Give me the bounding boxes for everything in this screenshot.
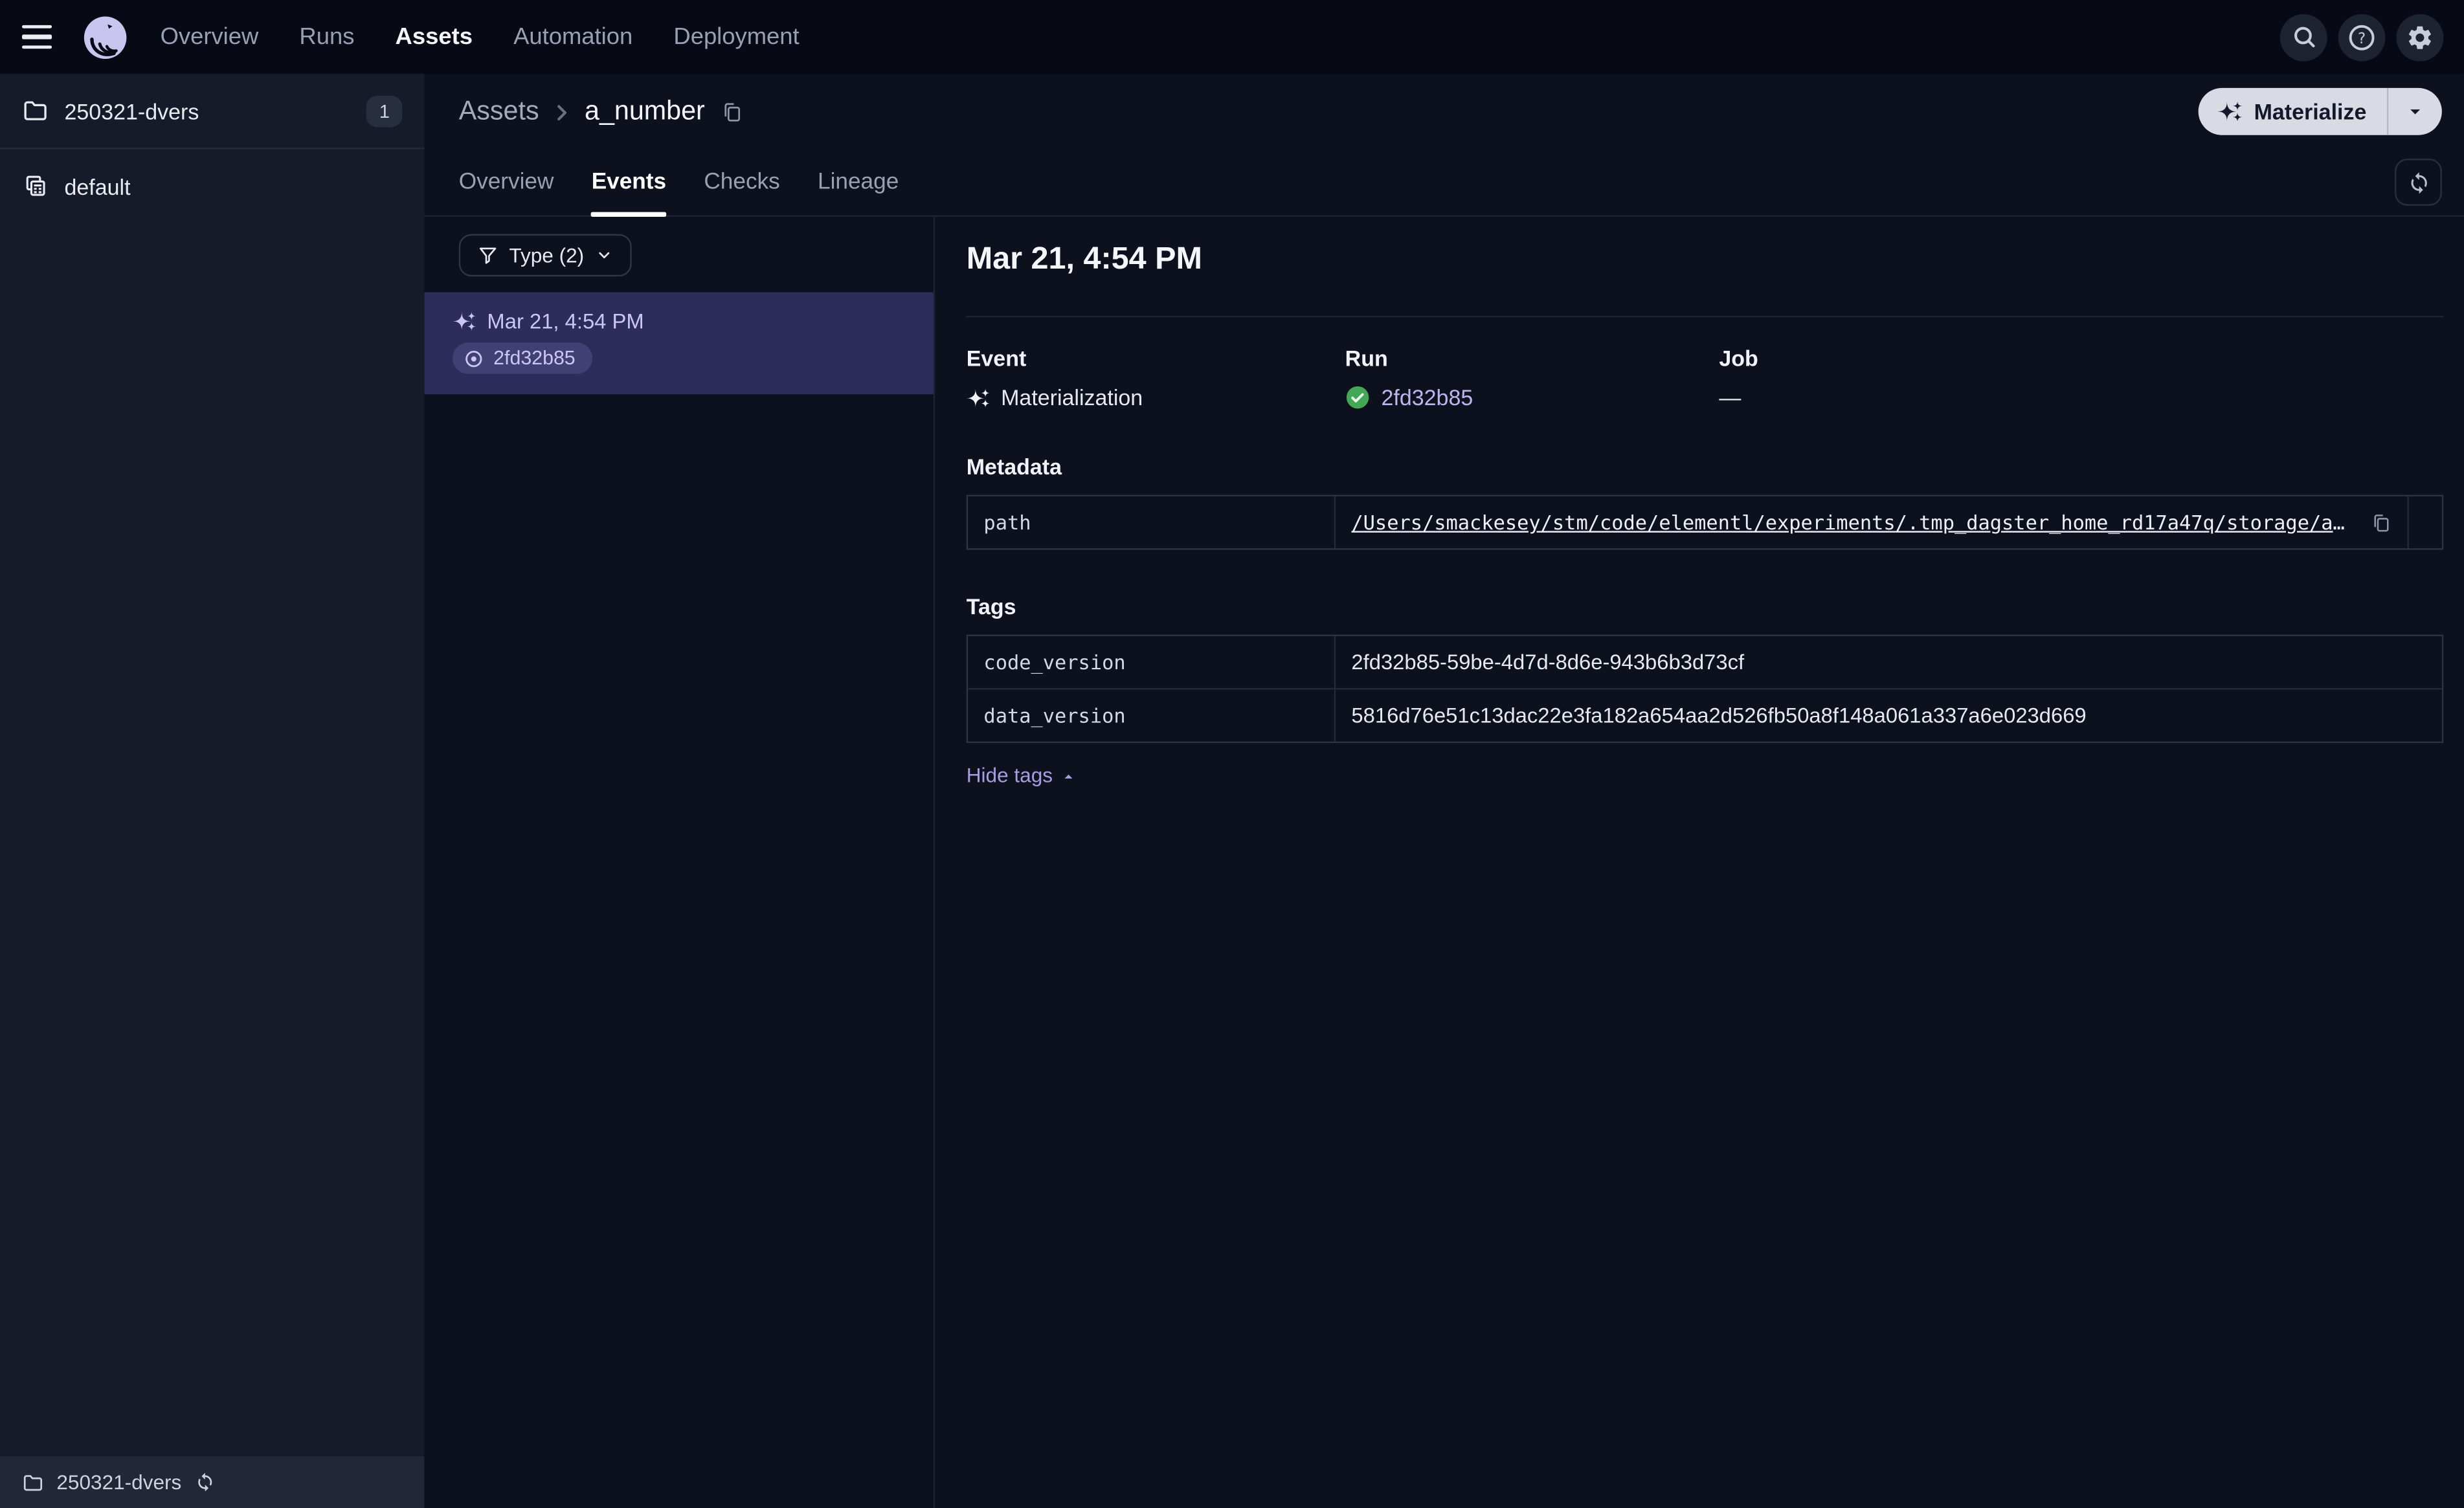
job-label: Job [1719,345,1758,371]
sidebar-item-default[interactable]: default [0,150,424,223]
tag-value: 2fd32b85-59be-4d7d-8d6e-943b6b3d73cf [1351,650,1745,674]
tag-value: 5816d76e51c13dac22e3fa182a654aa2d526fb50… [1351,704,2087,727]
events-list-panel: Type (2) Mar 21, 4:54 PM 2fd32b85 [424,216,935,1508]
search-button[interactable] [2279,13,2327,61]
svg-text:?: ? [2358,30,2366,47]
materialize-split-button: Materialize [2199,87,2442,135]
job-column: Job — [1719,346,2443,410]
materialize-dropdown-button[interactable] [2386,87,2442,135]
triangle-up-icon [1060,768,1076,783]
event-detail-panel: Mar 21, 4:54 PM Event Materialization Ru… [935,217,2464,1508]
type-filter-label: Type (2) [509,243,585,267]
nav-runs[interactable]: Runs [299,23,354,50]
tab-overview[interactable]: Overview [459,150,554,216]
code-location-icon [22,173,49,199]
type-filter-button[interactable]: Type (2) [458,234,631,277]
reload-icon[interactable] [194,1472,215,1492]
copy-asset-name-button[interactable] [719,100,743,123]
nav-assets[interactable]: Assets [396,23,473,50]
table-end-cell [2407,496,2441,549]
page-title: a_number [584,96,705,126]
asset-tabs: Overview Events Checks Lineage [424,150,2464,217]
events-filter-row: Type (2) [424,217,933,293]
tags-heading: Tags [966,593,1016,619]
event-type-value: Materialization [1001,384,1143,410]
refresh-button[interactable] [2395,159,2442,206]
copy-icon [719,100,743,123]
event-column: Event Materialization [966,345,1345,410]
copy-path-button[interactable] [2369,511,2391,533]
metadata-table: path /Users/smackesey/stm/code/elementl/… [966,494,2444,550]
metadata-key: path [968,496,1336,549]
hide-tags-label: Hide tags [966,763,1053,788]
nav-overview[interactable]: Overview [161,23,259,50]
materialization-sparkle-icon [2217,99,2243,124]
main-panel: Assets a_number Materialize Overview Eve… [424,74,2464,1508]
table-row: path /Users/smackesey/stm/code/elementl/… [968,496,2442,549]
dagster-logo-icon[interactable] [82,14,129,61]
caret-down-icon [2404,100,2426,122]
run-id-link[interactable]: 2fd32b85 [1382,385,1473,410]
sidebar-group-row[interactable]: 250321-dvers 1 [0,74,425,150]
event-label: Event [966,345,1027,371]
folder-icon [22,97,49,124]
sidebar-group-label: 250321-dvers [64,98,199,124]
tag-key: code_version [968,636,1336,689]
search-icon [2290,23,2317,50]
page-header: Assets a_number Materialize [424,74,2464,150]
filter-funnel-icon [478,245,498,266]
event-list-item-selected[interactable]: Mar 21, 4:54 PM 2fd32b85 [424,292,934,394]
sidebar-footer-label: 250321-dvers [56,1470,182,1494]
tag-key: data_version [968,689,1336,742]
table-row: code_version 2fd32b85-59be-4d7d-8d6e-943… [968,636,2442,689]
help-button[interactable]: ? [2338,13,2386,61]
nav-right-actions: ? [2279,13,2444,61]
main-nav-links: Overview Runs Assets Automation Deployme… [161,23,800,50]
nav-deployment[interactable]: Deployment [673,23,799,50]
event-item-run-id: 2fd32b85 [493,347,576,370]
chevron-down-icon [595,247,612,264]
help-icon: ? [2347,23,2376,51]
run-success-icon [1345,385,1371,410]
run-column: Run 2fd32b85 [1345,346,1719,410]
divider [966,315,2444,318]
tab-lineage[interactable]: Lineage [818,150,899,216]
table-row: data_version 5816d76e51c13dac22e3fa182a6… [968,688,2442,742]
breadcrumb-assets[interactable]: Assets [459,96,539,128]
materialize-button-label: Materialize [2254,98,2367,124]
job-value: — [1719,384,1742,410]
event-summary-columns: Event Materialization Run 2fd32b85 Job — [966,345,2444,410]
asset-groups-sidebar: 250321-dvers 1 default 250321-dvers [0,74,425,1508]
run-status-icon [464,348,484,369]
event-item-timestamp: Mar 21, 4:54 PM [487,309,644,333]
settings-button[interactable] [2396,13,2444,61]
event-item-run-chip[interactable]: 2fd32b85 [453,342,593,374]
top-nav: Overview Runs Assets Automation Deployme… [0,0,2464,74]
tags-table: code_version 2fd32b85-59be-4d7d-8d6e-943… [966,634,2444,744]
tab-events[interactable]: Events [591,150,666,217]
menu-icon[interactable] [21,16,63,57]
hide-tags-link[interactable]: Hide tags [967,764,1077,787]
metadata-path-link[interactable]: /Users/smackesey/stm/code/elementl/exper… [1351,511,2355,534]
tab-checks[interactable]: Checks [704,150,779,216]
sidebar-group-count-badge: 1 [366,94,403,127]
folder-icon [22,1471,44,1493]
nav-automation[interactable]: Automation [513,23,633,50]
event-detail-title: Mar 21, 4:54 PM [966,241,1202,277]
chevron-right-icon [550,100,574,123]
run-label: Run [1345,345,1388,371]
materialize-button[interactable]: Materialize [2199,88,2387,135]
sidebar-item-label: default [64,173,131,199]
refresh-icon [2406,170,2430,194]
copy-icon [2369,511,2391,533]
materialization-sparkle-icon [966,386,991,409]
gear-icon [2406,23,2434,51]
sidebar-footer[interactable]: 250321-dvers [0,1456,425,1508]
materialization-sparkle-icon [453,309,476,333]
dagster-app: Overview Runs Assets Automation Deployme… [0,0,2464,1508]
metadata-heading: Metadata [966,454,1062,480]
